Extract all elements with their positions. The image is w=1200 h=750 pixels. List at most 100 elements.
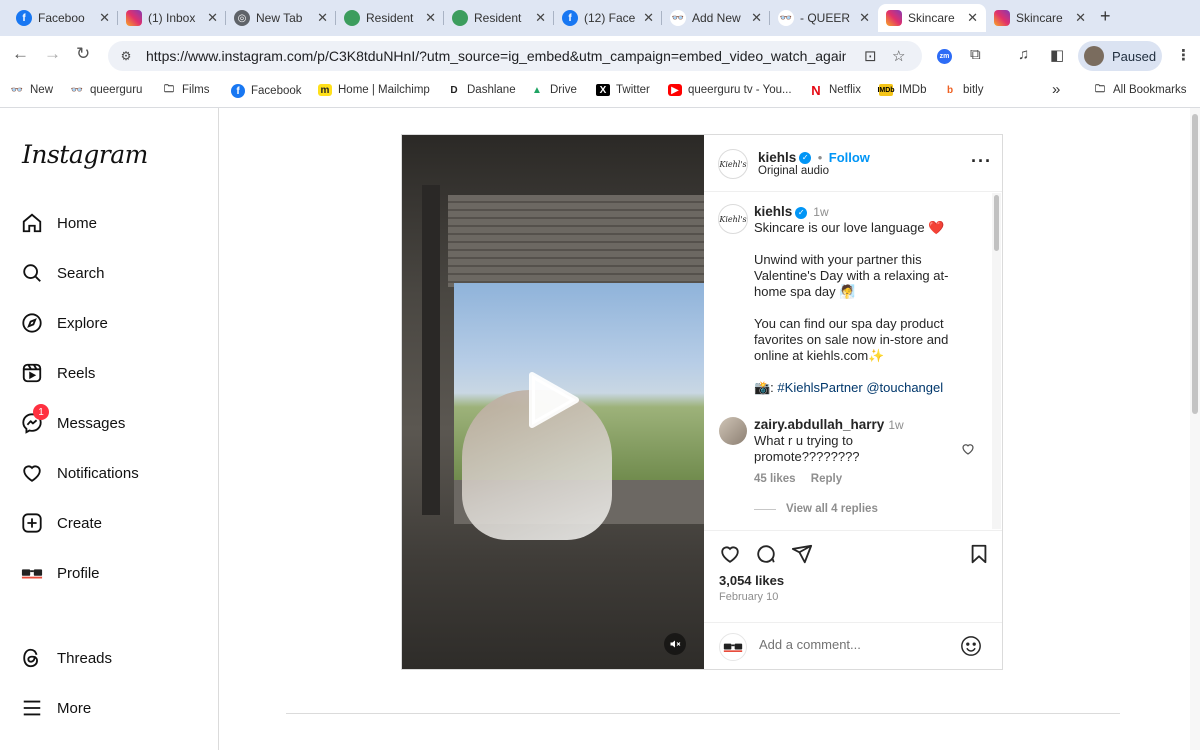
bookmark-films[interactable]: 🗀 Films bbox=[162, 84, 209, 97]
bookmarks-overflow-button[interactable]: » bbox=[1052, 81, 1060, 98]
comments-scroll-area[interactable]: Kiehl's kiehls ✓ 1w Skincare is our love l… bbox=[704, 192, 1002, 530]
sidebar-item-messages[interactable]: 1 Messages bbox=[21, 404, 126, 434]
comments-scrollbar[interactable] bbox=[992, 193, 1001, 529]
close-icon[interactable]: ✕ bbox=[207, 10, 218, 26]
comment-icon[interactable] bbox=[755, 543, 777, 565]
bookmark-dashlane[interactable]: D Dashlane bbox=[447, 84, 515, 96]
hashtag-link[interactable]: #KiehlsPartner bbox=[777, 380, 862, 395]
sidebar-item-home[interactable]: Home bbox=[21, 212, 97, 234]
bookmark-new[interactable]: 👓 New bbox=[10, 84, 53, 96]
close-icon[interactable]: ✕ bbox=[317, 10, 328, 26]
url-text[interactable]: https://www.instagram.com/p/C3K8tduNHnI/… bbox=[146, 48, 846, 64]
close-icon[interactable]: ✕ bbox=[1075, 10, 1086, 26]
view-replies-button[interactable]: View all 4 replies bbox=[754, 503, 878, 515]
mute-icon[interactable] bbox=[664, 633, 686, 655]
comment-likes[interactable]: 45 likes bbox=[754, 473, 796, 485]
add-comment-input[interactable] bbox=[759, 637, 949, 652]
caption-avatar[interactable]: Kiehl's bbox=[718, 204, 748, 234]
scrollbar-thumb[interactable] bbox=[1192, 114, 1198, 414]
save-bookmark-icon[interactable] bbox=[968, 543, 990, 565]
follow-button[interactable]: Follow bbox=[829, 150, 870, 165]
commenter-avatar[interactable] bbox=[719, 417, 747, 445]
bookmark-bitly[interactable]: b bitly bbox=[943, 84, 984, 96]
compass-icon bbox=[21, 312, 43, 334]
back-icon[interactable]: ← bbox=[12, 44, 29, 64]
bookmark-twitter[interactable]: X Twitter bbox=[596, 84, 650, 96]
instagram-logo[interactable]: Instagram bbox=[22, 140, 148, 169]
zoom-extension-icon[interactable]: zm bbox=[937, 49, 952, 64]
profile-button[interactable]: Paused bbox=[1078, 41, 1162, 71]
bookmark-label: Facebook bbox=[251, 85, 302, 97]
sidebar-item-more[interactable]: More bbox=[21, 697, 91, 719]
bookmark-star-icon[interactable]: ☆ bbox=[892, 47, 905, 65]
author-username[interactable]: kiehls bbox=[758, 150, 796, 165]
all-bookmarks-button[interactable]: 🗀 All Bookmarks bbox=[1093, 84, 1187, 97]
bookmark-drive[interactable]: ▲ Drive bbox=[530, 84, 577, 96]
tab-resident-2[interactable]: Resident ✕ bbox=[444, 4, 554, 32]
close-icon[interactable]: ✕ bbox=[535, 10, 546, 26]
address-bar[interactable]: ⚙ https://www.instagram.com/p/C3K8tduNHn… bbox=[108, 41, 922, 71]
sidebar-item-explore[interactable]: Explore bbox=[21, 312, 108, 334]
commenter-username[interactable]: zairy.abdullah_harry bbox=[754, 417, 884, 432]
sidebar-item-notifications[interactable]: Notifications bbox=[21, 462, 139, 484]
reply-button[interactable]: Reply bbox=[811, 473, 842, 485]
tab-facebook[interactable]: f Faceboo ✕ bbox=[8, 4, 118, 32]
author-avatar[interactable]: Kiehl's bbox=[718, 149, 748, 179]
sidebar-item-search[interactable]: Search bbox=[21, 262, 105, 284]
media-control-icon[interactable]: ♫ bbox=[1018, 46, 1029, 63]
sidebar-item-label: Notifications bbox=[57, 464, 139, 482]
post-date[interactable]: February 10 bbox=[719, 591, 778, 603]
bookmark-queerguru[interactable]: 👓 queerguru bbox=[70, 84, 143, 96]
close-icon[interactable]: ✕ bbox=[643, 10, 654, 26]
comments-scrollbar-thumb[interactable] bbox=[994, 195, 999, 251]
audio-label[interactable]: Original audio bbox=[758, 165, 829, 177]
page-scrollbar[interactable] bbox=[1190, 108, 1200, 750]
caption-username[interactable]: kiehls bbox=[754, 204, 792, 219]
tab-facebook-12[interactable]: f (12) Face ✕ bbox=[554, 4, 662, 32]
bookmark-facebook[interactable]: f Facebook bbox=[231, 84, 302, 98]
share-send-icon[interactable] bbox=[791, 543, 813, 565]
comment-time: 1w bbox=[888, 418, 904, 432]
play-icon[interactable] bbox=[526, 371, 580, 429]
globe-icon bbox=[452, 10, 468, 26]
emoji-icon[interactable] bbox=[960, 635, 982, 657]
extensions-icon[interactable]: ⧉ bbox=[970, 46, 981, 63]
bookmark-imdb[interactable]: IMDb IMDb bbox=[877, 84, 926, 96]
bookmark-netflix[interactable]: N Netflix bbox=[809, 83, 861, 98]
tab-add-new[interactable]: 👓 Add New ✕ bbox=[662, 4, 770, 32]
forward-icon[interactable]: → bbox=[44, 44, 61, 64]
likes-count[interactable]: 3,054 likes bbox=[719, 573, 784, 588]
like-heart-icon[interactable] bbox=[719, 543, 741, 565]
close-icon[interactable]: ✕ bbox=[751, 10, 762, 26]
sidebar-item-threads[interactable]: Threads bbox=[21, 647, 112, 669]
video-player[interactable] bbox=[402, 135, 704, 669]
close-icon[interactable]: ✕ bbox=[425, 10, 436, 26]
new-tab-button[interactable]: + bbox=[1100, 6, 1111, 27]
sidebar-item-profile[interactable]: Profile bbox=[21, 562, 100, 584]
close-icon[interactable]: ✕ bbox=[99, 10, 110, 26]
site-settings-icon[interactable]: ⚙ bbox=[118, 48, 134, 64]
more-options-icon[interactable]: ··· bbox=[971, 151, 992, 172]
close-icon[interactable]: ✕ bbox=[967, 10, 978, 26]
bookmark-mailchimp[interactable]: m Home | Mailchimp bbox=[318, 84, 430, 96]
tab-resident-1[interactable]: Resident ✕ bbox=[336, 4, 444, 32]
side-panel-icon[interactable]: ◧ bbox=[1050, 46, 1064, 64]
tab-new-tab[interactable]: ◎ New Tab ✕ bbox=[226, 4, 336, 32]
install-app-icon[interactable]: ⊡ bbox=[864, 47, 877, 65]
sidebar-item-label: Profile bbox=[57, 564, 100, 582]
sidebar-item-label: Messages bbox=[57, 414, 126, 432]
tab-skincare[interactable]: Skincare ✕ bbox=[986, 4, 1094, 32]
glasses-icon bbox=[723, 643, 743, 652]
sidebar-item-create[interactable]: Create bbox=[21, 512, 102, 534]
close-icon[interactable]: ✕ bbox=[859, 10, 870, 26]
sidebar-item-reels[interactable]: Reels bbox=[21, 362, 95, 384]
reload-icon[interactable]: ↻ bbox=[76, 44, 90, 64]
mention-link[interactable]: @touchangel bbox=[866, 380, 943, 395]
comment-like-heart-icon[interactable] bbox=[961, 442, 975, 459]
bookmark-youtube[interactable]: ▶ queerguru tv - You... bbox=[668, 84, 792, 96]
sidebar-item-label: Explore bbox=[57, 314, 108, 332]
tab-inbox[interactable]: (1) Inbox ✕ bbox=[118, 4, 226, 32]
tab-queer[interactable]: 👓 - QUEER ✕ bbox=[770, 4, 878, 32]
menu-kebab-icon[interactable]: ⋮ bbox=[1176, 46, 1191, 64]
tab-skincare-active[interactable]: Skincare ✕ bbox=[878, 4, 986, 32]
